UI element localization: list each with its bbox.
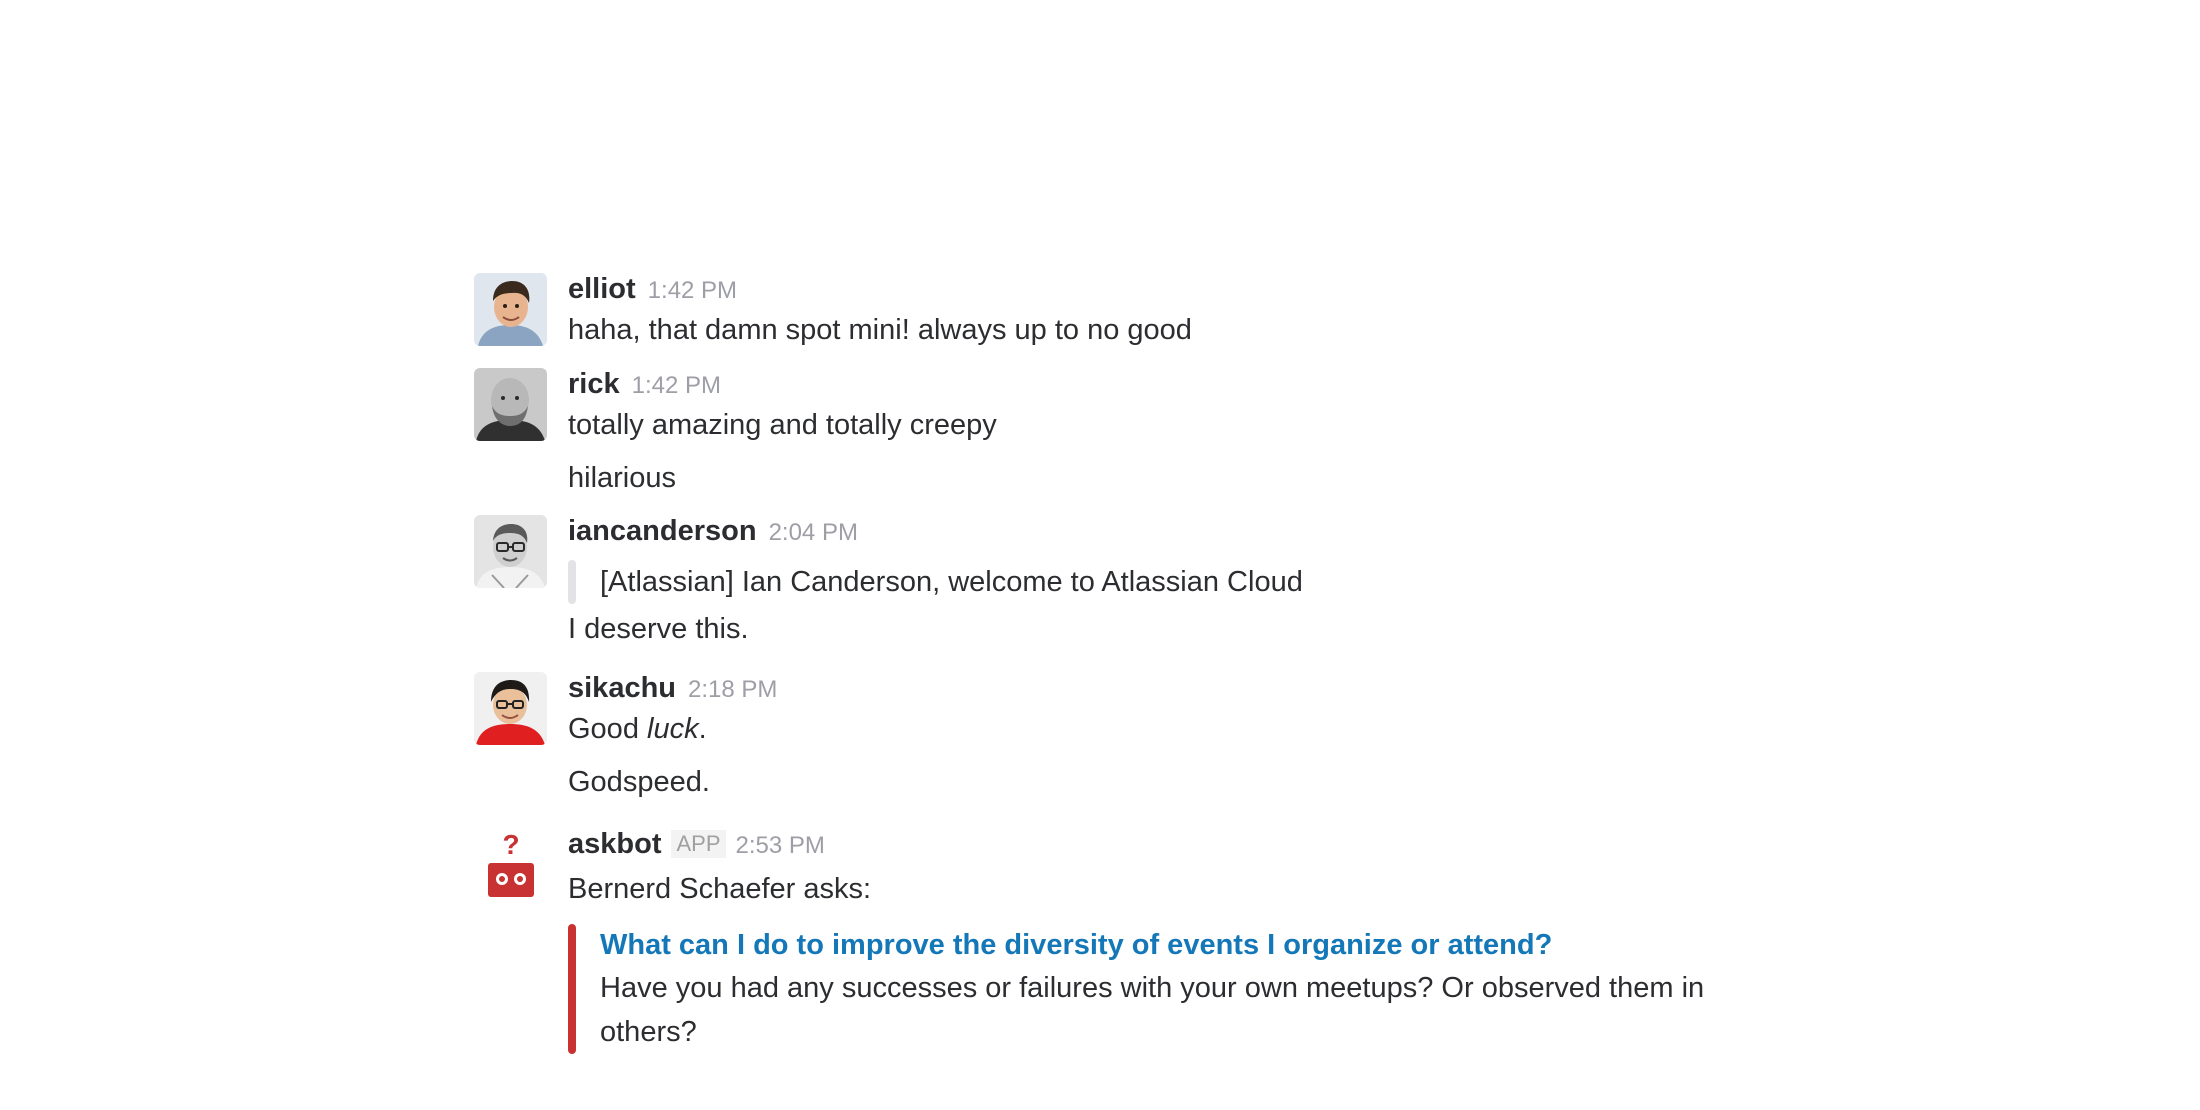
app-badge: APP (671, 830, 726, 858)
avatar-rick[interactable] (474, 368, 547, 441)
sender-name[interactable]: sikachu (568, 672, 676, 704)
person-photo-icon (474, 368, 547, 441)
quote-bar (568, 560, 576, 604)
timestamp[interactable]: 1:42 PM (632, 372, 721, 399)
message-text: Godspeed. (568, 766, 710, 798)
attachment-body: Have you had any successes or failures w… (600, 972, 1705, 1048)
timestamp[interactable]: 2:04 PM (769, 519, 858, 546)
quoted-integration-message: [Atlassian] Ian Canderson, welcome to At… (568, 560, 1303, 604)
message-text: haha, that damn spot mini! always up to … (568, 314, 1192, 346)
avatar-sikachu[interactable] (474, 672, 547, 745)
message-text: Good luck. (568, 709, 707, 749)
italic-text-run: luck (647, 713, 699, 745)
message-text: hilarious (568, 462, 676, 494)
sender-name[interactable]: iancanderson (568, 515, 757, 547)
timestamp[interactable]: 2:53 PM (736, 832, 825, 859)
avatar-iancanderson[interactable] (474, 515, 547, 588)
person-photo-icon (474, 672, 547, 745)
quote-text: [Atlassian] Ian Canderson, welcome to At… (600, 566, 1303, 598)
message-text: Bernerd Schaefer asks: (568, 873, 872, 905)
avatar-askbot[interactable]: ? (474, 828, 547, 901)
timestamp[interactable]: 2:18 PM (688, 676, 777, 703)
timestamp[interactable]: 1:42 PM (648, 277, 737, 304)
text-run: Good (568, 713, 647, 745)
question-mark-glyph: ? (502, 829, 519, 860)
sender-name[interactable]: elliot (568, 273, 636, 305)
question-robot-icon: ? (474, 828, 547, 901)
message-text: totally amazing and totally creepy (568, 409, 997, 441)
attachment-title-link[interactable]: What can I do to improve the diversity o… (600, 924, 1760, 966)
sender-name[interactable]: rick (568, 368, 620, 400)
sender-name[interactable]: askbot (568, 828, 661, 860)
message-text: I deserve this. (568, 613, 749, 645)
person-photo-icon (474, 515, 547, 588)
avatar-elliot[interactable] (474, 273, 547, 346)
message-attachment: What can I do to improve the diversity o… (568, 924, 1760, 1054)
person-photo-icon (474, 273, 547, 346)
attachment-accent-bar (568, 924, 576, 1054)
text-run: . (698, 713, 707, 745)
